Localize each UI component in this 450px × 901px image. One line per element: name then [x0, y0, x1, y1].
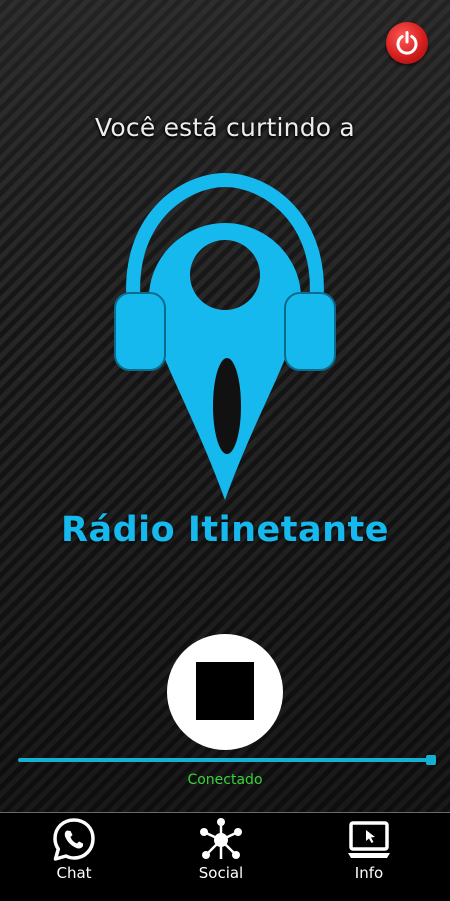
progress-handle[interactable] [426, 755, 436, 765]
stop-button[interactable] [167, 634, 283, 750]
now-playing-tagline: Você está curtindo a [95, 113, 355, 142]
stream-progress-bar [18, 758, 436, 762]
nav-info-button[interactable]: Info [309, 813, 429, 889]
info-monitor-icon [348, 821, 390, 858]
nav-social-button[interactable]: Social [161, 813, 281, 889]
nav-chat-button[interactable]: Chat [14, 813, 134, 889]
power-button[interactable] [386, 22, 428, 64]
nav-info-label: Info [354, 864, 384, 882]
stop-icon [196, 662, 254, 720]
social-network-icon [200, 818, 242, 859]
station-name: Rádio Itinetante [61, 510, 389, 550]
connection-status: Conectado [187, 772, 263, 788]
bottom-navigation: Chat Social Info [0, 812, 450, 901]
whatsapp-icon [53, 818, 95, 861]
station-logo [114, 172, 336, 500]
nav-social-label: Social [198, 864, 244, 882]
power-icon [396, 31, 418, 55]
nav-chat-label: Chat [56, 864, 92, 882]
